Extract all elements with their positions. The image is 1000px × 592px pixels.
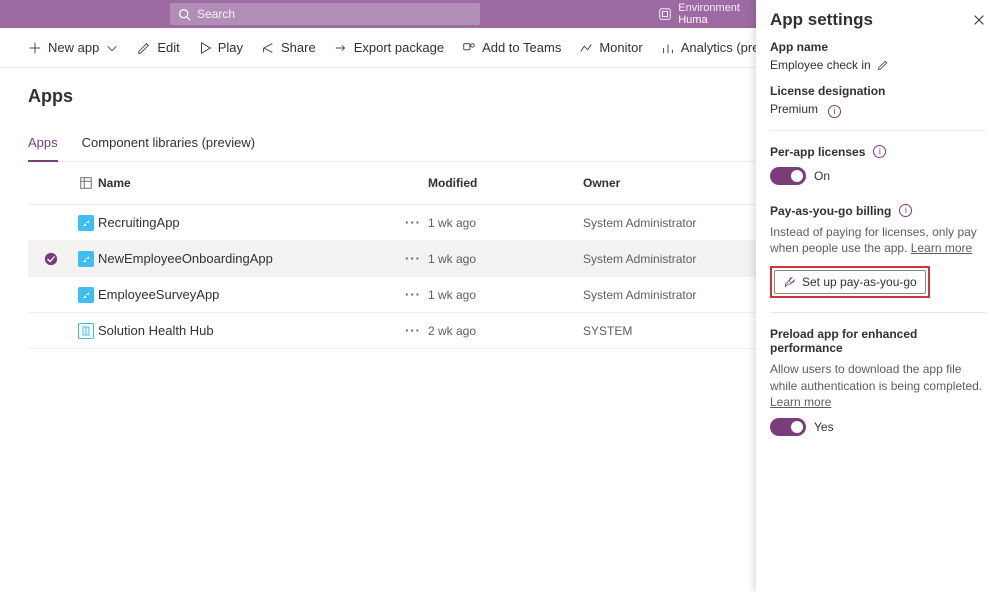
app-name-cell[interactable]: Solution Health Hub (98, 323, 398, 338)
play-icon (198, 41, 212, 55)
more-actions-button[interactable]: ··· (398, 215, 428, 230)
app-name-cell[interactable]: NewEmployeeOnboardingApp (98, 251, 398, 266)
per-app-licenses-state: On (814, 169, 830, 183)
environment-label: Environment (678, 2, 740, 14)
highlight-box: Set up pay-as-you-go (770, 266, 930, 298)
search-icon (178, 8, 191, 21)
new-app-button[interactable]: New app (28, 40, 119, 55)
monitor-label: Monitor (599, 40, 642, 55)
edit-app-name-button[interactable] (877, 59, 889, 71)
global-search[interactable]: Search (170, 3, 480, 25)
app-name-cell[interactable]: EmployeeSurveyApp (98, 287, 398, 302)
teams-button[interactable]: Add to Teams (462, 40, 561, 55)
column-select-icon[interactable] (73, 176, 98, 190)
preload-learn-more-link[interactable]: Learn more (770, 395, 831, 409)
app-type-icon (73, 215, 98, 231)
app-settings-panel: App settings App name Employee check in … (756, 0, 1000, 592)
payg-learn-more-link[interactable]: Learn more (911, 241, 972, 255)
wrench-icon (783, 276, 796, 289)
plus-icon (28, 41, 42, 55)
analytics-icon (661, 41, 675, 55)
app-name-label: App name (770, 40, 986, 54)
close-button[interactable] (972, 13, 986, 27)
preload-label: Preload app for enhanced performance (770, 327, 986, 355)
chevron-down-icon (105, 41, 119, 55)
more-actions-button[interactable]: ··· (398, 251, 428, 266)
app-name-value: Employee check in (770, 58, 871, 72)
payg-label: Pay-as-you-go billing (770, 204, 891, 218)
teams-label: Add to Teams (482, 40, 561, 55)
preload-description: Allow users to download the app file whi… (770, 362, 982, 392)
close-icon (972, 13, 986, 27)
app-type-icon (73, 287, 98, 303)
pencil-icon (137, 41, 151, 55)
environment-name: Huma (678, 14, 740, 26)
play-label: Play (218, 40, 243, 55)
info-icon[interactable]: i (828, 105, 841, 118)
share-button[interactable]: Share (261, 40, 316, 55)
modified-cell: 2 wk ago (428, 324, 583, 338)
more-actions-button[interactable]: ··· (398, 287, 428, 302)
per-app-licenses-toggle[interactable] (770, 167, 806, 185)
per-app-licenses-label: Per-app licenses (770, 145, 865, 159)
preload-toggle[interactable] (770, 418, 806, 436)
pencil-icon (877, 59, 889, 71)
panel-title: App settings (770, 10, 873, 30)
modified-cell: 1 wk ago (428, 288, 583, 302)
modified-cell: 1 wk ago (428, 216, 583, 230)
modified-cell: 1 wk ago (428, 252, 583, 266)
divider (770, 312, 986, 313)
environment-icon (658, 7, 672, 21)
export-label: Export package (354, 40, 444, 55)
export-button[interactable]: Export package (334, 40, 444, 55)
info-icon[interactable]: i (899, 204, 912, 217)
more-actions-button[interactable]: ··· (398, 323, 428, 338)
divider (770, 130, 986, 131)
teams-icon (462, 41, 476, 55)
edit-label: Edit (157, 40, 179, 55)
export-icon (334, 41, 348, 55)
app-type-icon (73, 323, 98, 339)
tab-apps[interactable]: Apps (28, 135, 58, 162)
new-app-label: New app (48, 40, 99, 55)
edit-button[interactable]: Edit (137, 40, 179, 55)
info-icon[interactable]: i (873, 145, 886, 158)
license-designation-label: License designation (770, 84, 986, 98)
setup-payg-label: Set up pay-as-you-go (802, 275, 917, 289)
search-placeholder: Search (197, 7, 472, 21)
monitor-button[interactable]: Monitor (579, 40, 642, 55)
play-button[interactable]: Play (198, 40, 243, 55)
app-name-cell[interactable]: RecruitingApp (98, 215, 398, 230)
row-selected-indicator (28, 252, 73, 266)
license-designation-value: Premium (770, 102, 818, 116)
tab-component-libraries[interactable]: Component libraries (preview) (82, 135, 255, 161)
monitor-icon (579, 41, 593, 55)
share-label: Share (281, 40, 316, 55)
column-modified[interactable]: Modified (428, 176, 583, 190)
setup-payg-button[interactable]: Set up pay-as-you-go (774, 270, 926, 294)
preload-state: Yes (814, 420, 834, 434)
share-icon (261, 41, 275, 55)
column-name[interactable]: Name (98, 176, 428, 190)
app-type-icon (73, 251, 98, 267)
